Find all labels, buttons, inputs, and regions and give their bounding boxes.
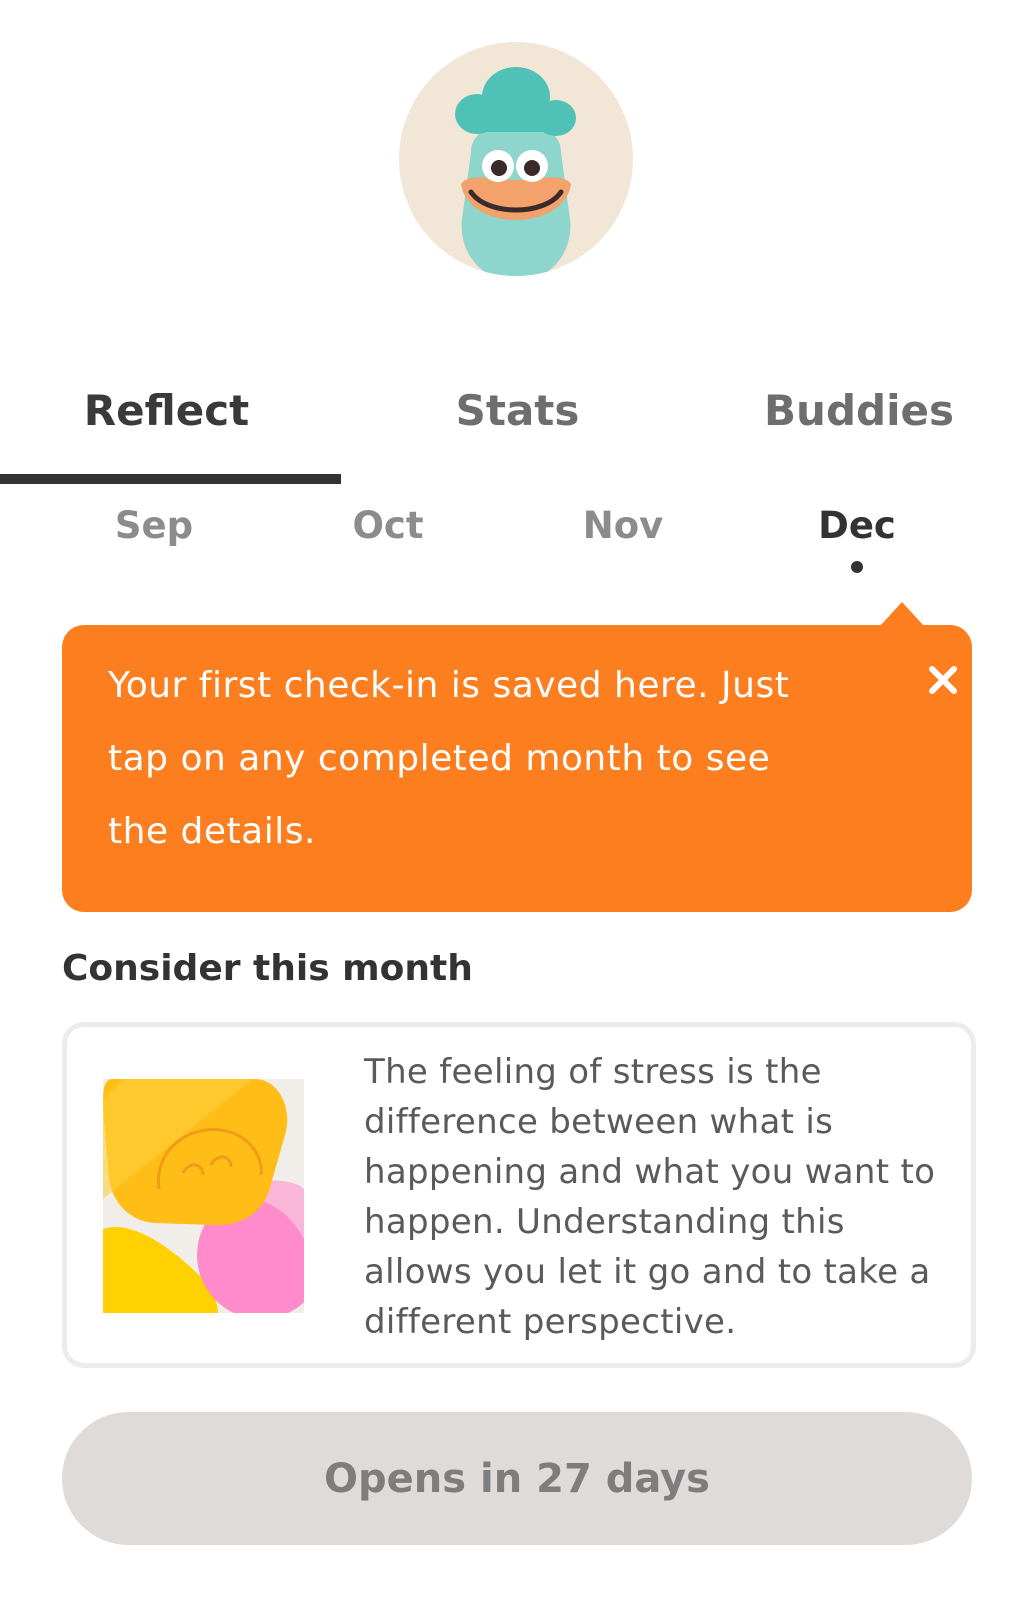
consider-heading: Consider this month [62,948,473,989]
smiling-shapes-illustration [103,1079,325,1319]
onboarding-tooltip: Your first check-in is saved here. Just … [62,625,972,912]
active-tab-indicator [0,474,341,484]
month-selector: Sep Oct Nov Dec [0,495,1029,585]
consider-body: The feeling of stress is the difference … [364,1052,936,1342]
month-oct[interactable]: Oct [288,495,488,555]
smiling-blue-character-icon [455,67,576,276]
consider-card[interactable]: The feeling of stress is the difference … [62,1022,976,1368]
opens-in-days-button[interactable]: Opens in 27 days [62,1412,972,1545]
current-month-dot [851,561,863,573]
month-dec[interactable]: Dec [757,495,957,555]
month-nov[interactable]: Nov [523,495,723,555]
tab-buddies[interactable]: Buddies [689,380,1029,440]
tooltip-message: Your first check-in is saved here. Just … [108,665,790,852]
tab-reflect[interactable]: Reflect [0,380,333,440]
profile-avatar [399,42,633,276]
month-sep[interactable]: Sep [54,495,254,555]
tab-stats[interactable]: Stats [346,380,689,440]
section-tabs: Reflect Stats Buddies [0,360,1029,484]
tooltip-arrow [880,602,924,626]
close-icon[interactable] [918,655,968,705]
